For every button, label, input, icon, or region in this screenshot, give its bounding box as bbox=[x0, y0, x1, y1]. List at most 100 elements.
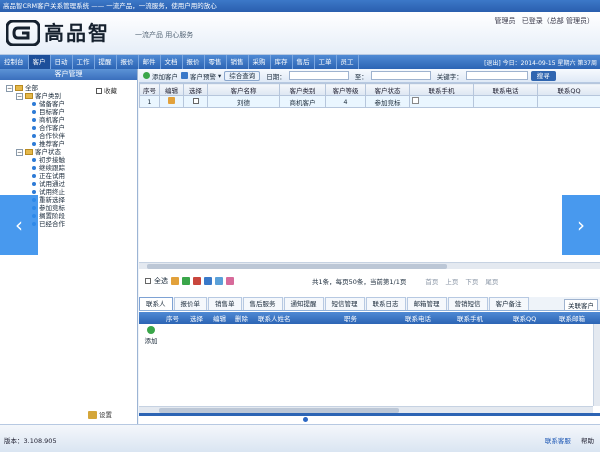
col-index[interactable]: 序号 bbox=[139, 83, 160, 96]
tree-leaf[interactable]: 正在试用 bbox=[6, 172, 137, 180]
table-horizontal-scrollbar[interactable] bbox=[139, 262, 600, 269]
sub-col-select[interactable]: 选择 bbox=[190, 313, 203, 323]
batch-delete-icon[interactable] bbox=[193, 277, 201, 285]
date-from-input[interactable] bbox=[288, 71, 349, 80]
search-button[interactable]: 搜寻 bbox=[530, 70, 556, 81]
tab-quotes[interactable]: 报价单 bbox=[173, 297, 207, 310]
customer-alarm-button[interactable]: 客户预警 ▾ bbox=[181, 71, 221, 81]
col-name[interactable]: 客户名称 bbox=[207, 83, 280, 96]
tree-node-status[interactable]: − 客户状态 bbox=[6, 148, 137, 156]
pager-next[interactable]: 下页 bbox=[465, 276, 478, 286]
cell-select[interactable] bbox=[183, 95, 208, 108]
collapse-icon[interactable]: − bbox=[16, 92, 23, 100]
contacts-vertical-scrollbar[interactable] bbox=[593, 324, 600, 406]
tree-leaf[interactable]: 试用通过 bbox=[6, 180, 137, 188]
batch-edit-icon[interactable] bbox=[171, 277, 179, 285]
sub-col-email[interactable]: 联系邮箱 bbox=[559, 313, 585, 323]
tab-customer-notes[interactable]: 客户备注 bbox=[488, 297, 529, 310]
pager-prev[interactable]: 上页 bbox=[445, 276, 458, 286]
cell-name[interactable]: 刘德 bbox=[207, 95, 280, 108]
mail-icon[interactable] bbox=[204, 277, 212, 285]
nav-item-after-sales[interactable]: 售后 bbox=[293, 55, 315, 69]
row-checkbox[interactable] bbox=[192, 97, 199, 104]
nav-item-inventory[interactable]: 库存 bbox=[271, 55, 293, 69]
nav-item-purchase[interactable]: 采购 bbox=[249, 55, 271, 69]
col-level[interactable]: 客户等级 bbox=[325, 83, 366, 96]
col-status[interactable]: 客户状态 bbox=[365, 83, 410, 96]
nav-item-reminder[interactable]: 提醒 bbox=[95, 55, 117, 69]
settings-button[interactable]: 设置 bbox=[88, 409, 112, 419]
tab-contacts[interactable]: 联系人 bbox=[139, 297, 173, 310]
sub-col-mobile[interactable]: 联系手机 bbox=[457, 313, 483, 323]
tree-leaf[interactable]: 继续跟踪 bbox=[6, 164, 137, 172]
collapse-icon[interactable]: − bbox=[6, 84, 13, 92]
collapse-icon[interactable]: − bbox=[16, 148, 23, 156]
table-row[interactable]: 1 刘德 商机客户 4 参加竞标 bbox=[139, 95, 600, 108]
nav-item-console[interactable]: 控制台 bbox=[0, 55, 29, 69]
favorites-toggle[interactable]: 收藏 bbox=[96, 85, 117, 95]
nav-item-ticket[interactable]: 工单 bbox=[315, 55, 337, 69]
sms-icon[interactable] bbox=[215, 277, 223, 285]
chevron-left-icon[interactable]: ‹ bbox=[0, 195, 38, 255]
select-all-checkbox[interactable] bbox=[145, 278, 151, 284]
sub-col-title[interactable]: 职务 bbox=[344, 313, 357, 323]
sub-col-edit[interactable]: 编辑 bbox=[213, 313, 226, 323]
nav-item-sales[interactable]: 销售 bbox=[227, 55, 249, 69]
chevron-right-icon[interactable]: › bbox=[562, 195, 600, 255]
scrollbar-thumb[interactable] bbox=[147, 264, 447, 269]
pager-last[interactable]: 尾页 bbox=[485, 276, 498, 286]
nav-item-staff[interactable]: 员工 bbox=[337, 55, 359, 69]
nav-item-retail[interactable]: 零售 bbox=[205, 55, 227, 69]
sub-col-index[interactable]: 序号 bbox=[166, 313, 179, 323]
contact-service-link[interactable]: 联系客服 bbox=[545, 437, 571, 445]
tree-leaf[interactable]: 初步接触 bbox=[6, 156, 137, 164]
tree-node-all[interactable]: − 全部 bbox=[6, 84, 137, 92]
tree-leaf[interactable]: 推荐客户 bbox=[6, 140, 137, 148]
nav-item-mail[interactable]: 邮件 bbox=[139, 55, 161, 69]
help-link[interactable]: 帮助 bbox=[581, 437, 594, 445]
nav-item-customer[interactable]: 客户 bbox=[28, 55, 51, 69]
batch-transfer-icon[interactable] bbox=[182, 277, 190, 285]
tree-leaf[interactable]: 合作伙伴 bbox=[6, 132, 137, 140]
nav-item-work[interactable]: 工作 bbox=[73, 55, 95, 69]
nav-item-document[interactable]: 文档 bbox=[161, 55, 183, 69]
heart-icon[interactable] bbox=[226, 277, 234, 285]
sub-col-delete[interactable]: 删除 bbox=[235, 313, 248, 323]
tree-leaf[interactable]: 目标客户 bbox=[6, 108, 137, 116]
combined-query-button[interactable]: 综合查询 bbox=[224, 70, 261, 81]
sub-col-qq[interactable]: 联系QQ bbox=[513, 313, 536, 323]
login-status[interactable]: 已登录（总部 管理员） bbox=[522, 17, 594, 25]
related-customer-button[interactable]: 关联客户 bbox=[564, 299, 598, 310]
nav-date-logout[interactable]: [退出] 今日：2014-09-15 星期六 第37周 bbox=[484, 58, 600, 67]
add-customer-button[interactable]: 添加客户 bbox=[143, 71, 178, 81]
tab-marketing-sms[interactable]: 营销短信 bbox=[447, 297, 488, 310]
tab-after-sales[interactable]: 售后服务 bbox=[242, 297, 283, 310]
tree-leaf[interactable]: 储备客户 bbox=[6, 100, 137, 108]
keyword-input[interactable] bbox=[465, 71, 528, 80]
date-to-input[interactable] bbox=[370, 71, 431, 80]
tab-sales-orders[interactable]: 销售单 bbox=[208, 297, 242, 310]
sub-col-phone[interactable]: 联系电话 bbox=[405, 313, 431, 323]
tree-leaf[interactable]: 商机客户 bbox=[6, 116, 137, 124]
nav-item-activity[interactable]: 日动 bbox=[51, 55, 73, 69]
tab-reminders[interactable]: 通知提醒 bbox=[283, 297, 324, 310]
tree-node-category[interactable]: − 客户类别 bbox=[6, 92, 137, 100]
col-mobile[interactable]: 联系手机 bbox=[409, 83, 474, 96]
sub-col-contact-name[interactable]: 联系人姓名 bbox=[258, 313, 291, 323]
tab-sms[interactable]: 短信管理 bbox=[324, 297, 365, 310]
col-qq[interactable]: 联系QQ bbox=[537, 83, 600, 96]
select-all-label[interactable]: 全选 bbox=[154, 276, 168, 286]
nav-item-quote[interactable]: 报价 bbox=[117, 55, 139, 69]
dropdown-icon[interactable] bbox=[412, 97, 419, 104]
edit-icon[interactable] bbox=[168, 97, 175, 104]
add-contact-button[interactable]: 添加 bbox=[143, 326, 159, 345]
cell-edit[interactable] bbox=[159, 95, 184, 108]
contacts-horizontal-scrollbar[interactable] bbox=[139, 406, 593, 413]
tab-mailbox[interactable]: 邮箱管理 bbox=[406, 297, 447, 310]
col-select[interactable]: 选择 bbox=[183, 83, 208, 96]
tree-leaf[interactable]: 合作客户 bbox=[6, 124, 137, 132]
tab-contact-log[interactable]: 联系日志 bbox=[365, 297, 406, 310]
nav-item-quote-2[interactable]: 报价 bbox=[183, 55, 205, 69]
col-category[interactable]: 客户类别 bbox=[279, 83, 326, 96]
col-edit[interactable]: 编辑 bbox=[159, 83, 184, 96]
